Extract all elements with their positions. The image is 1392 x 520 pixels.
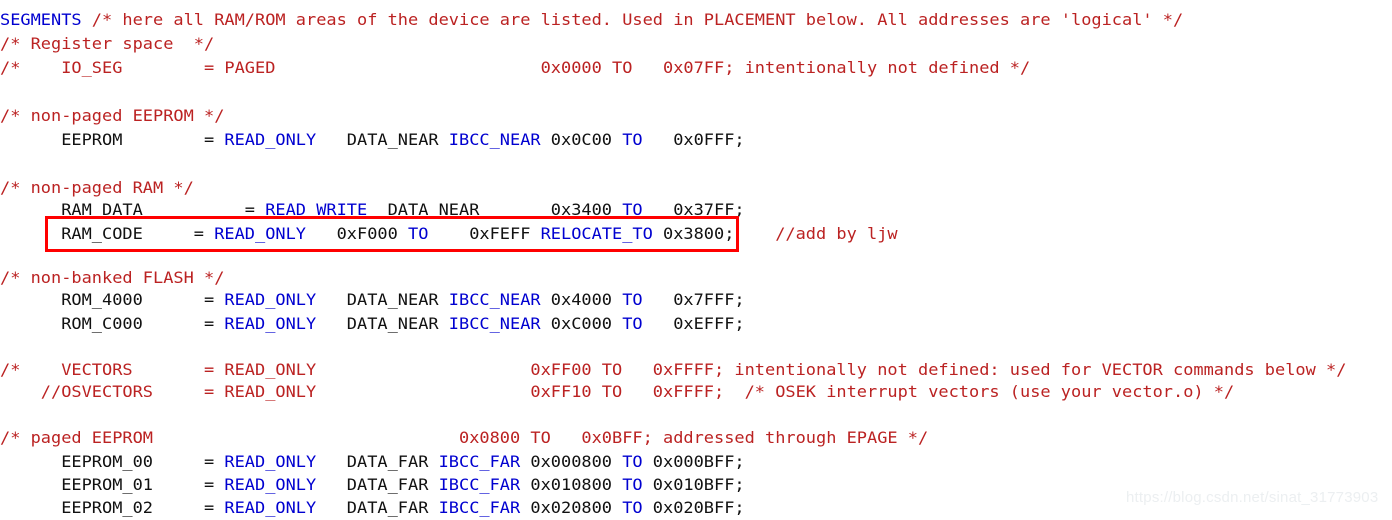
code-token: 0xF000 [306,224,409,243]
line-ram-code-highlighted: RAM_CODE = READ_ONLY 0xF000 TO 0xFEFF RE… [0,222,898,246]
code-token: RAM_CODE = [0,224,215,243]
line-eeprom-02: EEPROM_02 = READ_ONLY DATA_FAR IBCC_FAR … [0,496,745,520]
code-token: TO [622,475,643,494]
line-register-space-comment: /* Register space */ [0,32,214,56]
code-token: IBCC_NEAR [448,314,541,333]
code-token: 0x3800; [652,224,735,243]
code-token: //OSVECTORS = READ_ONLY 0xFF10 TO 0xFFFF… [0,382,1235,401]
code-token: SEGMENTS [0,10,82,29]
code-token: READ_ONLY [214,224,307,243]
code-token: 0x000800 [520,452,623,471]
line-eeprom: EEPROM = READ_ONLY DATA_NEAR IBCC_NEAR 0… [0,128,745,152]
code-token: 0x0FFF; [642,130,745,149]
line-eeprom-00: EEPROM_00 = READ_ONLY DATA_FAR IBCC_FAR … [0,450,745,474]
line-vectors: /* VECTORS = READ_ONLY 0xFF00 TO 0xFFFF;… [0,358,1346,382]
code-token: EEPROM_01 = [0,475,225,494]
code-token: //add by ljw [734,224,898,243]
code-token: READ_ONLY [224,498,317,517]
code-token: IBCC_FAR [438,452,521,471]
code-token: 0x4000 [540,290,623,309]
line-osvectors: //OSVECTORS = READ_ONLY 0xFF10 TO 0xFFFF… [0,380,1234,404]
line-io-seg: /* IO_SEG = PAGED 0x0000 TO 0x07FF; inte… [0,56,1030,80]
code-token: READ_ONLY [224,475,317,494]
code-token: 0x000BFF; [642,452,745,471]
code-token: 0xC000 [540,314,623,333]
code-token: /* IO_SEG = PAGED 0x0000 TO 0x07FF; inte… [0,58,1031,77]
code-token: IBCC_FAR [438,475,521,494]
code-token: /* non-paged EEPROM */ [0,106,225,125]
code-token: EEPROM = [0,130,225,149]
code-token: ROM_4000 = [0,290,225,309]
line-rom-c000: ROM_C000 = READ_ONLY DATA_NEAR IBCC_NEAR… [0,312,745,336]
code-token: IBCC_FAR [438,498,521,517]
code-token: DATA_FAR [316,498,439,517]
line-non-paged-eeprom-comment: /* non-paged EEPROM */ [0,104,224,128]
code-token: READ_ONLY [224,130,317,149]
code-token: /* paged EEPROM 0x0800 TO 0x0BFF; addres… [0,428,929,447]
code-token: /* here all RAM/ROM areas of the device … [81,10,1184,29]
code-token: READ_WRITE [265,200,368,219]
code-token: 0x010BFF; [642,475,745,494]
code-token: 0xEFFF; [642,314,745,333]
code-token: 0x0C00 [540,130,623,149]
code-token: /* VECTORS = READ_ONLY 0xFF00 TO 0xFFFF;… [0,360,1347,379]
code-token: DATA_NEAR [316,314,449,333]
line-rom-4000: ROM_4000 = READ_ONLY DATA_NEAR IBCC_NEAR… [0,288,745,312]
code-token: READ_ONLY [224,290,317,309]
line-non-banked-flash-comment: /* non-banked FLASH */ [0,266,224,290]
code-token: TO [622,130,643,149]
code-token: TO [622,200,643,219]
code-token: DATA_FAR [316,475,439,494]
line-ram-data: RAM_DATA = READ_WRITE DATA_NEAR 0x3400 T… [0,198,745,222]
code-token: 0x010800 [520,475,623,494]
code-token: DATA_NEAR [316,290,449,309]
code-token: DATA_NEAR 0x3400 [367,200,623,219]
code-token: 0x020800 [520,498,623,517]
code-token: READ_ONLY [224,452,317,471]
code-token: EEPROM_02 = [0,498,225,517]
code-token: TO [622,498,643,517]
code-token: RAM_DATA = [0,200,266,219]
code-token: EEPROM_00 = [0,452,225,471]
linker-prm-code-view[interactable]: SEGMENTS /* here all RAM/ROM areas of th… [0,0,1392,517]
csdn-watermark: https://blog.csdn.net/sinat_31773903 [1126,489,1379,506]
line-segments-header: SEGMENTS /* here all RAM/ROM areas of th… [0,8,1183,32]
code-token: TO [622,452,643,471]
code-token: DATA_NEAR [316,130,449,149]
code-token: DATA_FAR [316,452,439,471]
code-token: TO [622,290,643,309]
code-token: TO [408,224,429,243]
code-token: TO [622,314,643,333]
code-token: IBCC_NEAR [448,290,541,309]
code-token: /* non-banked FLASH */ [0,268,225,287]
line-eeprom-01: EEPROM_01 = READ_ONLY DATA_FAR IBCC_FAR … [0,473,745,497]
code-token: 0xFEFF [428,224,541,243]
line-paged-eeprom-comment: /* paged EEPROM 0x0800 TO 0x0BFF; addres… [0,426,928,450]
code-token: 0x020BFF; [642,498,745,517]
code-token: RELOCATE_TO [540,224,653,243]
line-non-paged-ram-comment: /* non-paged RAM */ [0,176,194,200]
code-token: ROM_C000 = [0,314,225,333]
code-token: READ_ONLY [224,314,317,333]
code-token: /* Register space */ [0,34,215,53]
code-token: IBCC_NEAR [448,130,541,149]
code-token: 0x7FFF; [642,290,745,309]
code-token: /* non-paged RAM */ [0,178,194,197]
code-token: 0x37FF; [642,200,745,219]
